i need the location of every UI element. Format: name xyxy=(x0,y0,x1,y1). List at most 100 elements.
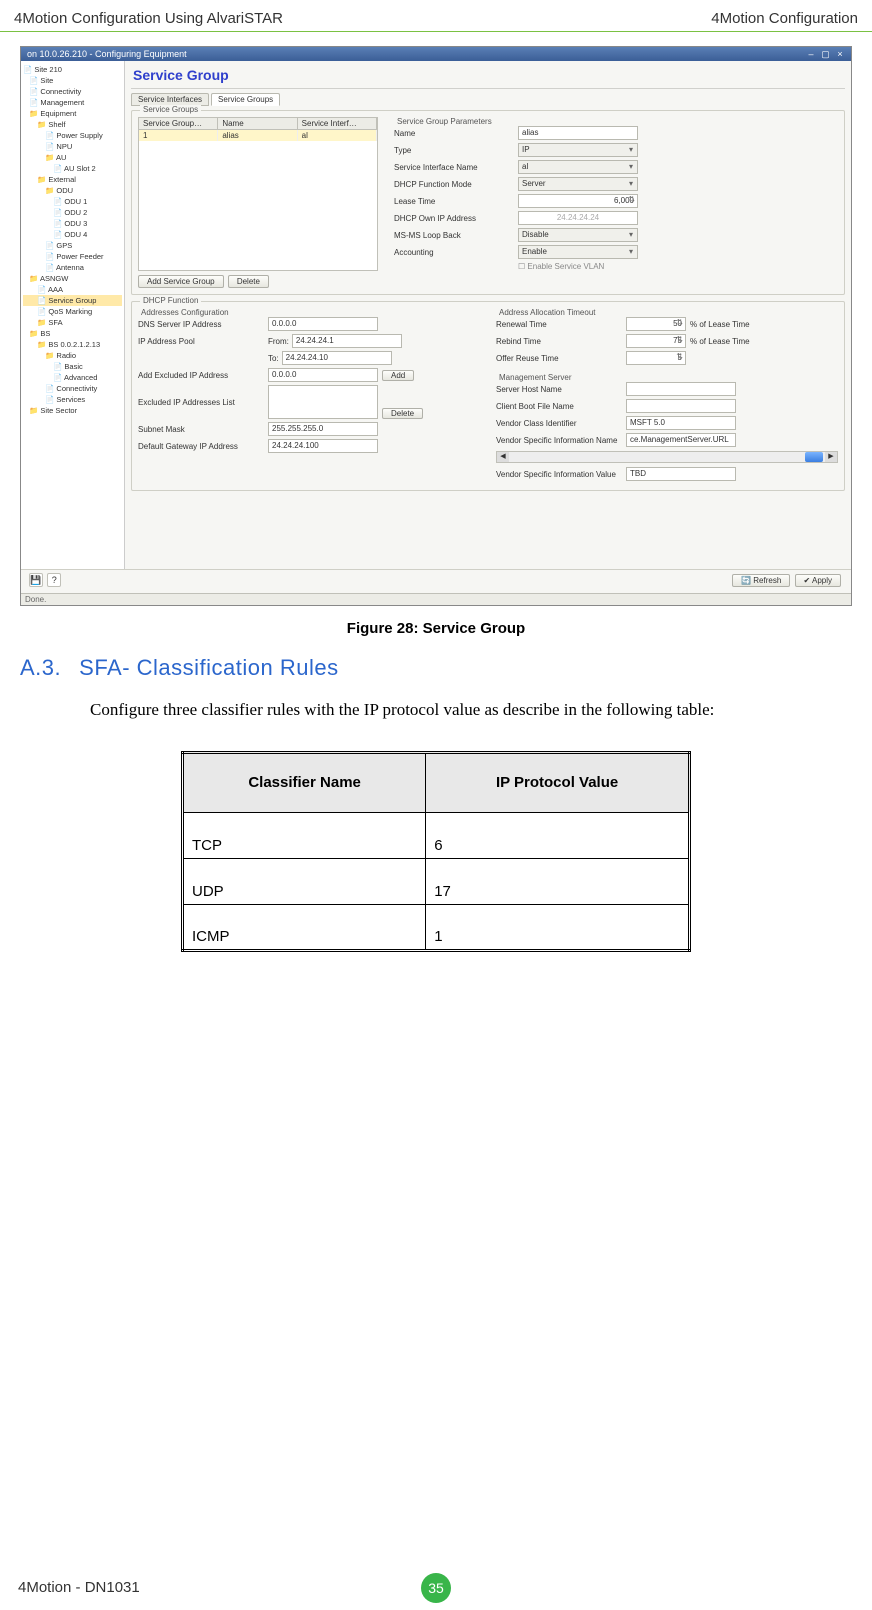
ownip-input[interactable]: 24.24.24.24 xyxy=(518,211,638,225)
tree-item[interactable]: 📄 Connectivity xyxy=(23,86,122,97)
tree-item[interactable]: 📁 AU xyxy=(23,152,122,163)
help-icon[interactable]: ? xyxy=(47,573,61,587)
tree-item[interactable]: 📄 Service Group xyxy=(23,295,122,306)
add-excluded-button[interactable]: Add xyxy=(382,370,414,381)
excluded-list[interactable] xyxy=(268,385,378,419)
tree-item[interactable]: 📄 AU Slot 2 xyxy=(23,163,122,174)
tree-item[interactable]: 📄 GPS xyxy=(23,240,122,251)
rebind-input[interactable]: 75 xyxy=(626,334,686,348)
tree-item[interactable]: 📁 Site Sector xyxy=(23,405,122,416)
tree-item[interactable]: 📄 Site 210 xyxy=(23,64,122,75)
type-select[interactable]: IP xyxy=(518,143,638,157)
tree-item[interactable]: 📄 ODU 4 xyxy=(23,229,122,240)
pool-from-input[interactable]: 24.24.24.1 xyxy=(292,334,402,348)
close-icon[interactable]: × xyxy=(835,49,845,59)
refresh-button[interactable]: 🔄 Refresh xyxy=(732,574,790,587)
cell-value: 17 xyxy=(426,858,690,904)
cell-sif: al xyxy=(298,130,377,141)
vclass-label: Vendor Class Identifier xyxy=(496,419,626,428)
lease-label: Lease Time xyxy=(394,197,514,206)
acct-label: Accounting xyxy=(394,248,514,257)
tree-item[interactable]: 📄 Basic xyxy=(23,361,122,372)
gw-input[interactable]: 24.24.24.100 xyxy=(268,439,378,453)
cell-id: 1 xyxy=(139,130,218,141)
delete-excluded-button[interactable]: Delete xyxy=(382,408,423,419)
tree-item[interactable]: 📁 BS xyxy=(23,328,122,339)
table-row[interactable]: 1 alias al xyxy=(139,130,377,141)
dns-input[interactable]: 0.0.0.0 xyxy=(268,317,378,331)
main-panel: Service Group Service Interfaces Service… xyxy=(125,61,851,585)
tree-item[interactable]: 📄 ODU 1 xyxy=(23,196,122,207)
ownip-label: DHCP Own IP Address xyxy=(394,214,514,223)
tree-item[interactable]: 📄 NPU xyxy=(23,141,122,152)
tree-item[interactable]: 📁 Equipment xyxy=(23,108,122,119)
apply-button[interactable]: ✔ Apply xyxy=(795,574,842,587)
tree-item[interactable]: 📄 Antenna xyxy=(23,262,122,273)
dhcpfm-label: DHCP Function Mode xyxy=(394,180,514,189)
shost-input[interactable] xyxy=(626,382,736,396)
scroll-right-icon[interactable]: ▶ xyxy=(825,452,837,462)
th-classifier-name: Classifier Name xyxy=(183,752,426,812)
th-name: Name xyxy=(218,118,297,129)
app-screenshot: on 10.0.26.210 - Configuring Equipment –… xyxy=(20,46,852,606)
vsname-input[interactable]: ce.ManagementServer.URL xyxy=(626,433,736,447)
lease-input[interactable]: 6,000 xyxy=(518,194,638,208)
addex-input[interactable]: 0.0.0.0 xyxy=(268,368,378,382)
tree-item[interactable]: 📄 ODU 3 xyxy=(23,218,122,229)
panel-title: Service Group xyxy=(131,65,845,89)
name-input[interactable]: alias xyxy=(518,126,638,140)
mask-input[interactable]: 255.255.255.0 xyxy=(268,422,378,436)
tab-service-groups[interactable]: Service Groups xyxy=(211,93,280,106)
tree-item[interactable]: 📁 BS 0.0.2.1.2.13 xyxy=(23,339,122,350)
tabs: Service Interfaces Service Groups xyxy=(131,93,845,106)
tree-item[interactable]: 📄 Power Supply xyxy=(23,130,122,141)
section-heading: A.3.SFA- Classification Rules xyxy=(20,655,852,681)
save-icon[interactable]: 💾 xyxy=(29,573,43,587)
offer-label: Offer Reuse Time xyxy=(496,354,626,363)
maximize-icon[interactable]: ▢ xyxy=(820,49,830,59)
pct-label-2: % of Lease Time xyxy=(690,337,750,346)
tree-item[interactable]: 📄 Site xyxy=(23,75,122,86)
th-ip-protocol: IP Protocol Value xyxy=(426,752,690,812)
minimize-icon[interactable]: – xyxy=(806,49,816,59)
add-service-group-button[interactable]: Add Service Group xyxy=(138,275,224,288)
scroll-left-icon[interactable]: ◀ xyxy=(497,452,509,462)
tree-item[interactable]: 📁 SFA xyxy=(23,317,122,328)
nav-tree[interactable]: 📄 Site 210📄 Site📄 Connectivity📄 Manageme… xyxy=(21,61,125,585)
tree-item[interactable]: 📁 ODU xyxy=(23,185,122,196)
tree-item[interactable]: 📄 Advanced xyxy=(23,372,122,383)
sif-select[interactable]: al xyxy=(518,160,638,174)
body-paragraph: Configure three classifier rules with th… xyxy=(90,697,852,723)
scrollbar[interactable]: ◀▶ xyxy=(496,451,838,463)
dhcp-function-group: DHCP Function Addresses Configuration DN… xyxy=(131,301,845,491)
tree-item[interactable]: 📄 Management xyxy=(23,97,122,108)
footer-doc-id: 4Motion - DN1031 xyxy=(18,1579,140,1596)
acct-select[interactable]: Enable xyxy=(518,245,638,259)
tree-item[interactable]: 📁 Shelf xyxy=(23,119,122,130)
statusbar: Done. xyxy=(21,593,851,605)
cboot-input[interactable] xyxy=(626,399,736,413)
mask-label: Subnet Mask xyxy=(138,425,268,434)
tree-item[interactable]: 📄 Services xyxy=(23,394,122,405)
tree-item[interactable]: 📄 Connectivity xyxy=(23,383,122,394)
tree-item[interactable]: 📄 QoS Marking xyxy=(23,306,122,317)
service-group-table[interactable]: Service Group… Name Service Interf… 1 al… xyxy=(138,117,378,271)
vclass-input[interactable]: MSFT 5.0 xyxy=(626,416,736,430)
tree-item[interactable]: 📁 ASNGW xyxy=(23,273,122,284)
loop-select[interactable]: Disable xyxy=(518,228,638,242)
delete-button[interactable]: Delete xyxy=(228,275,269,288)
dhcpfm-select[interactable]: Server xyxy=(518,177,638,191)
renew-input[interactable]: 50 xyxy=(626,317,686,331)
vsval-input[interactable]: TBD xyxy=(626,467,736,481)
offer-input[interactable]: 5 xyxy=(626,351,686,365)
tree-item[interactable]: 📁 External xyxy=(23,174,122,185)
tree-item[interactable]: 📄 AAA xyxy=(23,284,122,295)
tree-item[interactable]: 📄 ODU 2 xyxy=(23,207,122,218)
scroll-thumb[interactable] xyxy=(805,452,823,462)
pool-to-input[interactable]: 24.24.24.10 xyxy=(282,351,392,365)
vlan-checkbox[interactable]: ☐ Enable Service VLAN xyxy=(518,262,604,271)
tree-item[interactable]: 📄 Power Feeder xyxy=(23,251,122,262)
rebind-label: Rebind Time xyxy=(496,337,626,346)
header-left: 4Motion Configuration Using AlvariSTAR xyxy=(14,10,283,27)
tree-item[interactable]: 📁 Radio xyxy=(23,350,122,361)
